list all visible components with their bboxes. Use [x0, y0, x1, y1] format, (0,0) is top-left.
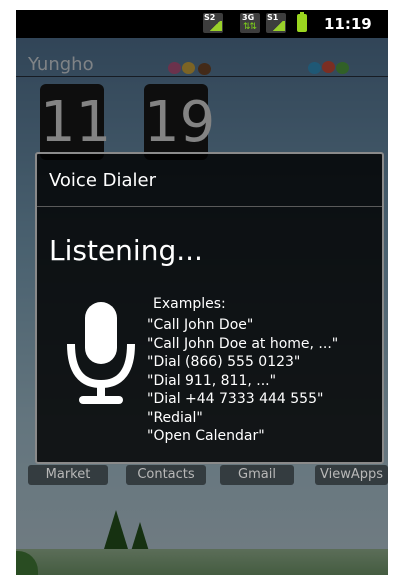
dock-item-market[interactable]: Market [28, 465, 108, 485]
dock-item-viewapps[interactable]: ViewApps [315, 465, 388, 485]
signal-strength-icon: S2 [203, 13, 223, 33]
voice-dialer-dialog: Voice Dialer Listening... Examples: "Cal… [35, 152, 384, 464]
example-item: "Dial (866) 555 0123" [147, 354, 301, 370]
status-bar: S2 3G ⇅⇅ S1 11:19 AM [16, 10, 388, 50]
phone-screen: S2 3G ⇅⇅ S1 11:19 AM Yungho 11 19 [16, 10, 388, 575]
status-time: 11:19 [324, 15, 372, 33]
title-divider [37, 206, 382, 207]
example-item: "Open Calendar" [147, 428, 265, 444]
dialog-title: Voice Dialer [49, 170, 156, 191]
listening-status: Listening... [49, 234, 203, 267]
examples-list: "Call John Doe" "Call John Doe at home, … [147, 316, 338, 446]
dock-item-contacts[interactable]: Contacts [126, 465, 206, 485]
example-item: "Dial +44 7333 444 555" [147, 391, 324, 407]
dock-item-gmail[interactable]: Gmail [220, 465, 294, 485]
data-label: 3G [242, 13, 255, 22]
example-item: "Redial" [147, 409, 203, 426]
examples-heading: Examples: [153, 296, 226, 312]
signal-strength-icon: S1 [266, 13, 286, 33]
battery-icon [297, 12, 307, 32]
example-item: "Dial 911, 811, ..." [147, 372, 277, 389]
microphone-icon[interactable] [65, 302, 137, 412]
example-item: "Call John Doe at home, ..." [147, 335, 339, 352]
data-transfer-icon: 3G ⇅⇅ [240, 13, 260, 33]
example-item: "Call John Doe" [147, 317, 254, 333]
